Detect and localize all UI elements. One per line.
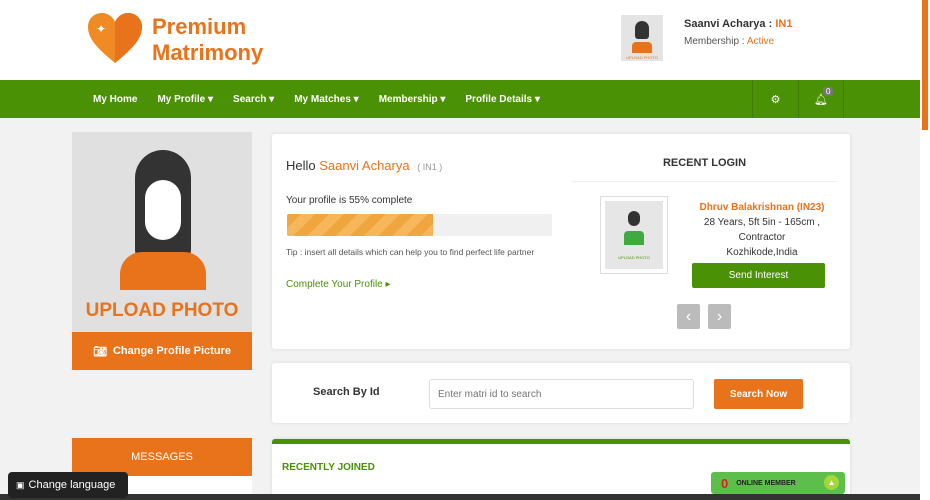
tip-text: Tip : insert all details which can help … <box>286 247 535 257</box>
welcome-card: Hello Saanvi Acharya ( IN1 ) Your profil… <box>272 134 850 349</box>
recent-login-title: RECENT LOGIN <box>662 157 747 169</box>
nav-membership[interactable]: Membership ▾ <box>379 94 446 105</box>
main-nav: My Home My Profile ▾ Search ▾ My Matches… <box>0 80 920 118</box>
notifications-button[interactable]: 🔔︎ 0 <box>798 80 844 118</box>
nav-search[interactable]: Search ▾ <box>233 94 274 105</box>
notification-badge: 0 <box>823 87 834 96</box>
settings-button[interactable]: ⚙ <box>752 80 798 118</box>
send-interest-button[interactable]: Send Interest <box>692 263 825 288</box>
search-by-id-card: Search By Id Search Now <box>272 363 850 423</box>
logo-text[interactable]: Premium Matrimony <box>152 14 263 66</box>
search-now-button[interactable]: Search Now <box>714 379 803 409</box>
messages-header[interactable]: MESSAGES <box>72 438 252 476</box>
svg-text:✦: ✦ <box>96 22 106 36</box>
recently-joined-title: RECENTLY JOINED <box>282 462 375 473</box>
change-profile-picture-button[interactable]: 📷︎ Change Profile Picture <box>72 332 252 370</box>
translate-icon: ▣ <box>16 479 25 490</box>
gear-icon: ⚙ <box>770 93 781 106</box>
header: ✦ Premium Matrimony UPLOAD PHOTO Saanvi A… <box>0 0 920 80</box>
recent-login-photo[interactable]: UPLOAD PHOTO <box>600 196 668 274</box>
nav-profile-details[interactable]: Profile Details ▾ <box>465 94 540 105</box>
recent-login-info: Dhruv Balakrishnan (IN23) 28 Years, 5ft … <box>682 200 842 260</box>
matri-id-input[interactable] <box>429 379 694 409</box>
user-name: Saanvi Acharya : IN1 <box>684 18 793 30</box>
membership-status: Membership : Active <box>684 36 775 47</box>
greeting: Hello Saanvi Acharya ( IN1 ) <box>286 158 443 173</box>
camera-icon: 📷︎ <box>93 345 107 358</box>
online-count: 0 <box>721 475 729 491</box>
avatar-caption: UPLOAD PHOTO <box>626 55 658 60</box>
logo-heart-icon: ✦ <box>88 13 142 63</box>
next-button[interactable]: › <box>708 304 731 329</box>
recent-login-name[interactable]: Dhruv Balakrishnan (IN23) <box>682 200 842 215</box>
progress-text: Your profile is 55% complete <box>286 195 413 206</box>
nav-my-profile[interactable]: My Profile ▾ <box>157 94 213 105</box>
nav-my-home[interactable]: My Home <box>93 94 137 105</box>
nav-my-matches[interactable]: My Matches ▾ <box>294 94 358 105</box>
change-language-button[interactable]: ▣ Change language <box>8 472 128 498</box>
bottom-bar <box>0 494 920 500</box>
upload-photo-text: UPLOAD PHOTO <box>85 300 239 321</box>
expand-up-icon[interactable]: ▲ <box>824 475 839 490</box>
user-avatar[interactable]: UPLOAD PHOTO <box>621 15 663 61</box>
profile-progress-bar <box>287 214 552 236</box>
profile-photo-placeholder[interactable]: UPLOAD PHOTO <box>72 132 252 332</box>
prev-button[interactable]: ‹ <box>677 304 700 329</box>
complete-profile-link[interactable]: Complete Your Profile ▸ <box>286 279 391 290</box>
scrollbar[interactable] <box>920 0 930 500</box>
online-member-widget[interactable]: 0 ONLINE MEMBER ▲ <box>711 472 845 494</box>
online-label: ONLINE MEMBER <box>736 479 796 487</box>
search-by-id-label: Search By Id <box>313 386 380 398</box>
